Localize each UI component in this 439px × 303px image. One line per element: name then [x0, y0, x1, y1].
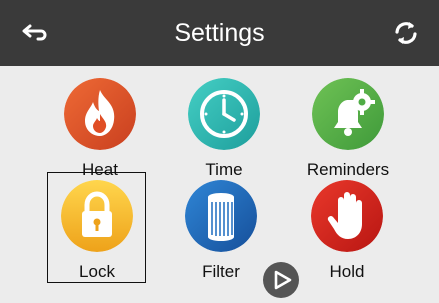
refresh-icon	[395, 22, 417, 44]
refresh-button[interactable]	[390, 17, 422, 49]
clock-icon	[188, 78, 260, 150]
hand-stop-icon	[311, 180, 383, 252]
tile-label-time: Time	[205, 160, 243, 179]
flame-icon	[64, 78, 136, 150]
tile-label-reminders: Reminders	[306, 160, 390, 179]
header-bar: Settings	[0, 0, 439, 66]
play-button[interactable]	[263, 262, 299, 298]
filter-cartridge-icon	[185, 180, 257, 252]
padlock-icon	[61, 180, 133, 252]
tile-label-lock: Lock	[79, 262, 115, 281]
play-icon	[263, 262, 299, 298]
page-title: Settings	[174, 19, 265, 47]
bell-gear-icon	[312, 78, 384, 150]
